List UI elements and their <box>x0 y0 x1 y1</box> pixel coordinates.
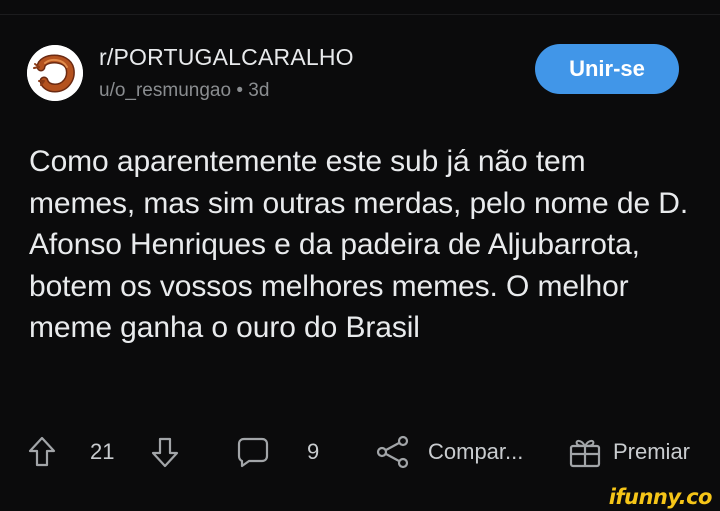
join-button[interactable]: Unir-se <box>535 44 679 94</box>
vote-count: 21 <box>90 439 115 464</box>
award-button[interactable]: Premiar <box>568 425 690 479</box>
share-button[interactable]: Compar... <box>375 425 523 479</box>
share-icon <box>376 435 409 469</box>
post-meta: u/o_resmungao • 3d <box>99 80 269 102</box>
meta-separator: • <box>236 80 243 101</box>
author-link[interactable]: u/o_resmungao <box>99 80 231 101</box>
comments-button[interactable] <box>236 425 270 479</box>
subreddit-name[interactable]: r/PORTUGALCARALHO <box>99 44 354 71</box>
post-action-bar: 21 9 Compar... Premiar <box>0 425 720 479</box>
sausage-icon <box>27 45 83 101</box>
post-age: 3d <box>248 80 270 101</box>
comment-bubble-icon <box>237 437 269 468</box>
arrow-down-icon <box>151 437 179 468</box>
downvote-button[interactable] <box>151 425 179 479</box>
award-label: Premiar <box>613 439 691 464</box>
arrow-up-icon <box>28 436 56 467</box>
subreddit-avatar[interactable] <box>27 45 83 101</box>
share-label: Compar... <box>428 439 524 464</box>
ifunny-watermark: ifunny.co <box>608 485 713 509</box>
upvote-button[interactable] <box>28 425 56 479</box>
post-title[interactable]: Como aparentemente este sub já não tem m… <box>29 141 699 349</box>
comment-count: 9 <box>307 439 320 464</box>
gift-icon <box>569 439 601 468</box>
